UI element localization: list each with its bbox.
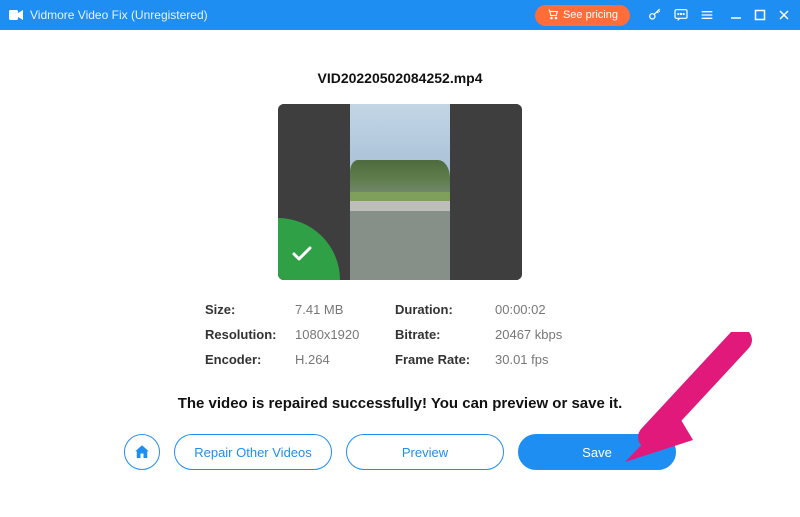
bitrate-value: 20467 kbps: [495, 327, 595, 342]
size-label: Size:: [205, 302, 295, 317]
size-value: 7.41 MB: [295, 302, 395, 317]
pricing-label: See pricing: [563, 9, 618, 21]
preview-button[interactable]: Preview: [346, 434, 504, 470]
home-button[interactable]: [124, 434, 160, 470]
resolution-value: 1080x1920: [295, 327, 395, 342]
duration-value: 00:00:02: [495, 302, 595, 317]
action-buttons: Repair Other Videos Preview Save: [124, 434, 676, 470]
key-icon[interactable]: [645, 5, 665, 25]
framerate-value: 30.01 fps: [495, 352, 595, 367]
repair-other-videos-button[interactable]: Repair Other Videos: [174, 434, 332, 470]
close-button[interactable]: [776, 7, 792, 23]
save-button[interactable]: Save: [518, 434, 676, 470]
video-info-table: Size: 7.41 MB Duration: 00:00:02 Resolut…: [205, 302, 595, 367]
app-title: Vidmore Video Fix (Unregistered): [30, 8, 208, 22]
see-pricing-button[interactable]: See pricing: [535, 5, 630, 26]
duration-label: Duration:: [395, 302, 495, 317]
success-message: The video is repaired successfully! You …: [178, 395, 623, 412]
feedback-icon[interactable]: [671, 5, 691, 25]
bitrate-label: Bitrate:: [395, 327, 495, 342]
encoder-value: H.264: [295, 352, 395, 367]
encoder-label: Encoder:: [205, 352, 295, 367]
cart-icon: [547, 8, 559, 23]
maximize-button[interactable]: [752, 7, 768, 23]
minimize-button[interactable]: [728, 7, 744, 23]
app-logo-icon: [8, 7, 24, 23]
video-thumbnail: [278, 104, 522, 280]
menu-icon[interactable]: [697, 5, 717, 25]
file-name: VID20220502084252.mp4: [317, 70, 482, 86]
titlebar: Vidmore Video Fix (Unregistered) See pri…: [0, 0, 800, 30]
resolution-label: Resolution:: [205, 327, 295, 342]
framerate-label: Frame Rate:: [395, 352, 495, 367]
main-content: VID20220502084252.mp4 Size: 7.41 MB Dura…: [0, 30, 800, 470]
window-controls: [728, 7, 792, 23]
